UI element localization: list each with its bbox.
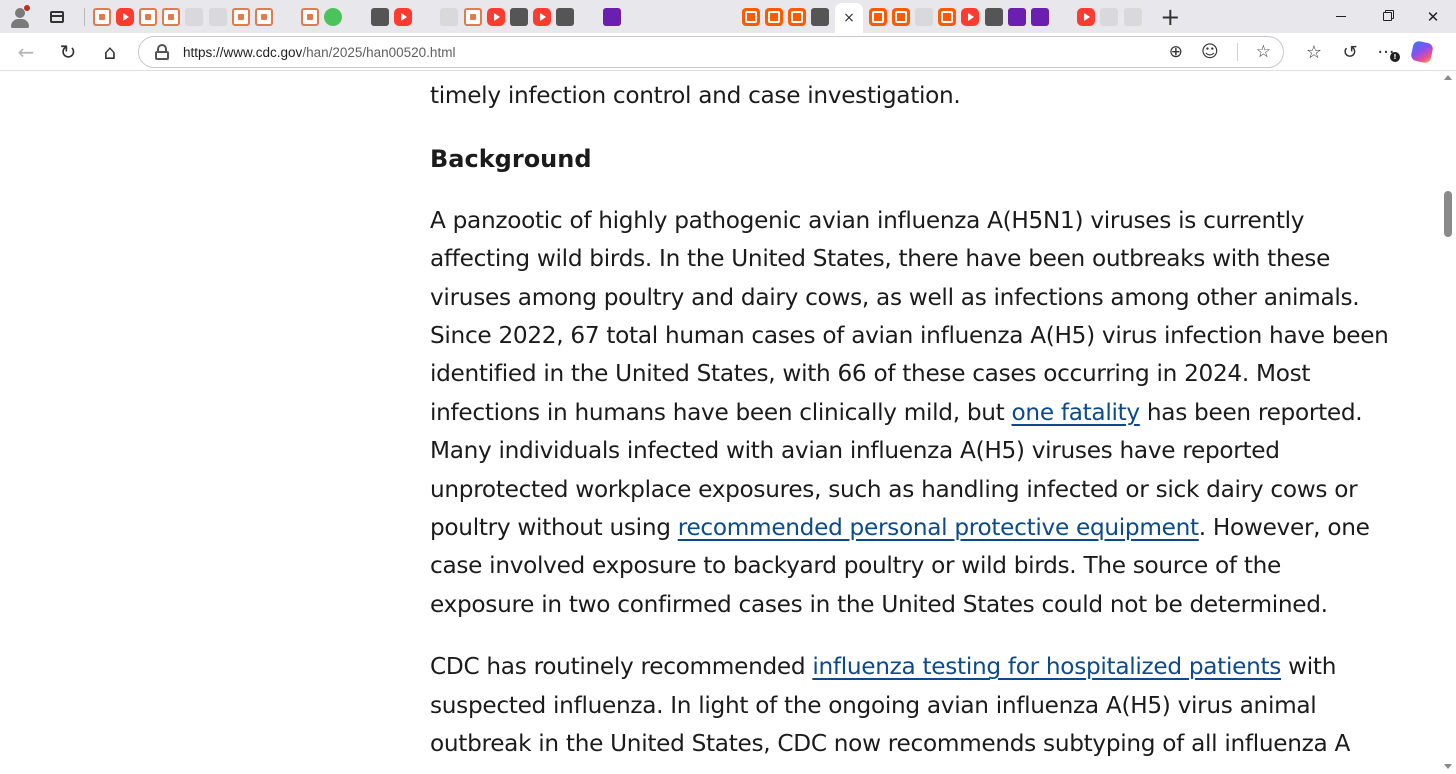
minimize-icon — [1336, 16, 1346, 17]
tab-favicon-icon[interactable] — [301, 7, 320, 26]
close-tab-icon[interactable]: × — [843, 10, 855, 26]
new-tab-button[interactable]: + — [1156, 3, 1184, 31]
tab-favicon-icon[interactable] — [718, 7, 737, 26]
tab-favicon-icon[interactable] — [788, 7, 807, 26]
page-viewport: infections with avian influenza A(H5N1) … — [0, 72, 1440, 774]
home-button[interactable]: ⌂ — [92, 36, 128, 68]
testing-paragraph: CDC has routinely recommended influenza … — [430, 648, 1390, 763]
background-paragraph: A panzootic of highly pathogenic avian i… — [430, 202, 1390, 624]
back-button[interactable]: ← — [8, 36, 44, 68]
tab-favicon-icon[interactable] — [811, 7, 830, 26]
restore-button[interactable] — [1364, 0, 1410, 33]
favorites-button[interactable]: ☆ — [1296, 36, 1332, 68]
influenza-testing-link[interactable]: influenza testing for hospitalized patie… — [812, 653, 1281, 680]
tab-favicon-icon[interactable] — [672, 7, 691, 26]
tab-favicon-icon[interactable] — [138, 7, 157, 26]
tab-favicon-icon[interactable] — [765, 7, 784, 26]
tab-favicon-icon[interactable] — [278, 7, 297, 26]
url-path: /han/2025/han00520.html — [302, 44, 456, 60]
tab-favicon-icon[interactable] — [231, 7, 250, 26]
browser-toolbar: ← ↻ ⌂ https://www.cdc.gov/han/2025/han00… — [0, 33, 1456, 71]
tab-favicon-icon[interactable] — [463, 7, 482, 26]
tab-favicon-icon[interactable] — [509, 7, 528, 26]
url-text[interactable]: https://www.cdc.gov/han/2025/han00520.ht… — [183, 45, 455, 60]
toolbar-right: ☆ ↺ ··· ! — [1296, 36, 1440, 68]
paragraph-text: A panzootic of highly pathogenic avian i… — [430, 206, 1389, 426]
tab-favicon-icon[interactable] — [324, 7, 343, 26]
close-window-button[interactable]: ✕ — [1410, 0, 1456, 33]
intro-paragraph-tail: infections with avian influenza A(H5N1) … — [430, 82, 961, 110]
omnibox-divider — [1236, 43, 1238, 61]
reader-icon[interactable]: ☺ — [1201, 42, 1219, 62]
tab-favicon-icon[interactable] — [417, 7, 436, 26]
tabstrip-divider — [84, 7, 85, 26]
tab-favicon-icon[interactable] — [891, 7, 910, 26]
copilot-icon — [1410, 40, 1434, 64]
background-heading: Background — [430, 144, 592, 173]
url-host: https://www.cdc.gov — [183, 44, 303, 60]
tab-favicon-icon[interactable] — [961, 7, 980, 26]
paragraph-text: CDC has routinely recommended — [430, 653, 813, 681]
tab-favicon-icon[interactable] — [602, 7, 621, 26]
tab-favicon-icon[interactable] — [625, 7, 644, 26]
restore-icon — [1382, 12, 1392, 21]
pinned-tabs — [90, 0, 832, 33]
tab-favicon-icon[interactable] — [579, 7, 598, 26]
tab-favicon-icon[interactable] — [556, 7, 575, 26]
tab-favicon-icon[interactable] — [984, 7, 1003, 26]
tab-favicon-icon[interactable] — [347, 7, 366, 26]
favorite-star-icon[interactable]: ☆ — [1256, 42, 1271, 62]
scroll-down-arrow[interactable] — [1444, 764, 1452, 769]
profile-icon[interactable] — [6, 2, 36, 32]
address-bar[interactable]: https://www.cdc.gov/han/2025/han00520.ht… — [138, 36, 1284, 68]
tab-favicon-icon[interactable] — [938, 7, 957, 26]
tab-favicon-icon[interactable] — [185, 7, 204, 26]
tab-favicon-icon[interactable] — [1007, 7, 1026, 26]
tab-favicon-icon[interactable] — [92, 7, 111, 26]
copilot-button[interactable] — [1404, 36, 1440, 68]
tab-strip: × + ✕ — [0, 0, 1456, 33]
minimize-button[interactable] — [1318, 0, 1364, 33]
tab-favicon-icon[interactable] — [1030, 7, 1049, 26]
refresh-button[interactable]: ↻ — [50, 36, 86, 68]
tab-actions-icon[interactable] — [42, 2, 72, 32]
tab-favicon-icon[interactable] — [162, 7, 181, 26]
tab-favicon-icon[interactable] — [370, 7, 389, 26]
scroll-up-arrow[interactable] — [1444, 75, 1452, 80]
notification-badge: ! — [1390, 52, 1400, 62]
tab-favicon-icon[interactable] — [1100, 7, 1119, 26]
tab-favicon-icon[interactable] — [440, 7, 459, 26]
tab-favicon-icon[interactable] — [254, 7, 273, 26]
article-body: infections with avian influenza A(H5N1) … — [430, 72, 1390, 764]
page-scrollbar[interactable] — [1440, 72, 1456, 774]
tab-favicon-icon[interactable] — [1123, 7, 1142, 26]
tab-favicon-icon[interactable] — [115, 7, 134, 26]
omnibox-actions: ⊕ ☺ ☆ — [1169, 37, 1271, 67]
tab-favicon-icon[interactable] — [914, 7, 933, 26]
tab-favicon-icon[interactable] — [394, 7, 413, 26]
tab-favicon-icon[interactable] — [868, 7, 887, 26]
window-controls: ✕ — [1318, 0, 1456, 33]
tab-favicon-icon[interactable] — [1077, 7, 1096, 26]
history-button[interactable]: ↺ — [1332, 36, 1368, 68]
active-tab[interactable]: × — [835, 3, 863, 33]
one-fatality-link[interactable]: one fatality — [1012, 399, 1141, 426]
pinned-tabs-right — [866, 0, 1144, 33]
lock-icon[interactable] — [155, 44, 169, 60]
tab-favicon-icon[interactable] — [533, 7, 552, 26]
tab-favicon-icon[interactable] — [1054, 7, 1073, 26]
tab-favicon-icon[interactable] — [649, 7, 668, 26]
more-menu-button[interactable]: ··· ! — [1368, 36, 1404, 68]
zoom-icon[interactable]: ⊕ — [1169, 42, 1183, 62]
tab-favicon-icon[interactable] — [208, 7, 227, 26]
scroll-thumb[interactable] — [1444, 191, 1452, 237]
tab-favicon-icon[interactable] — [486, 7, 505, 26]
tab-favicon-icon[interactable] — [695, 7, 714, 26]
ppe-link[interactable]: recommended personal protective equipmen… — [678, 514, 1199, 541]
tab-favicon-icon[interactable] — [741, 7, 760, 26]
